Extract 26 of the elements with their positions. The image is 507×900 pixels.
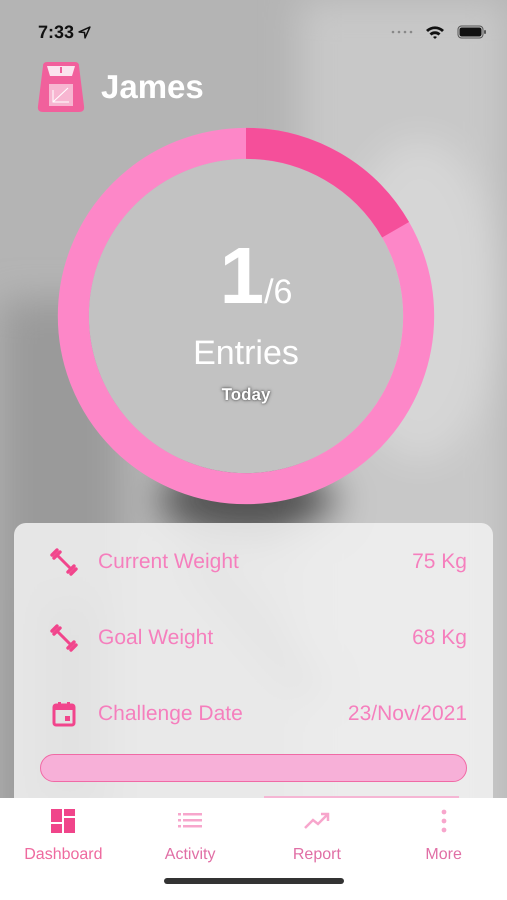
entries-total: /6 [264, 272, 292, 312]
calendar-icon [50, 700, 78, 728]
entries-sublabel: Today [222, 384, 270, 404]
stat-label: Goal Weight [98, 626, 214, 650]
dumbbell-icon [50, 624, 78, 652]
entries-label: Entries [193, 334, 299, 372]
stat-value: 75 Kg [412, 550, 467, 574]
tab[interactable]: Report [254, 808, 380, 864]
scale-icon [37, 62, 85, 112]
stat-label: Challenge Date [98, 702, 244, 726]
more-icon [440, 808, 447, 834]
tab[interactable]: Activity [126, 808, 254, 864]
location-icon [78, 26, 92, 38]
tab[interactable]: More [380, 808, 507, 864]
wifi-icon [425, 24, 445, 40]
dashboard-icon [50, 808, 76, 834]
signal-icon [391, 30, 413, 34]
battery-icon [457, 25, 487, 39]
stat-label: Current Weight [98, 550, 240, 574]
tab[interactable]: Dashboard [0, 808, 127, 864]
entries-count: 1 [220, 234, 264, 318]
stat-value: 23/Nov/2021 [348, 702, 467, 726]
user-name: James [101, 68, 204, 106]
stat-value: 68 Kg [412, 626, 467, 650]
status-time: 7:33 [38, 22, 74, 42]
dumbbell-icon [50, 548, 78, 576]
